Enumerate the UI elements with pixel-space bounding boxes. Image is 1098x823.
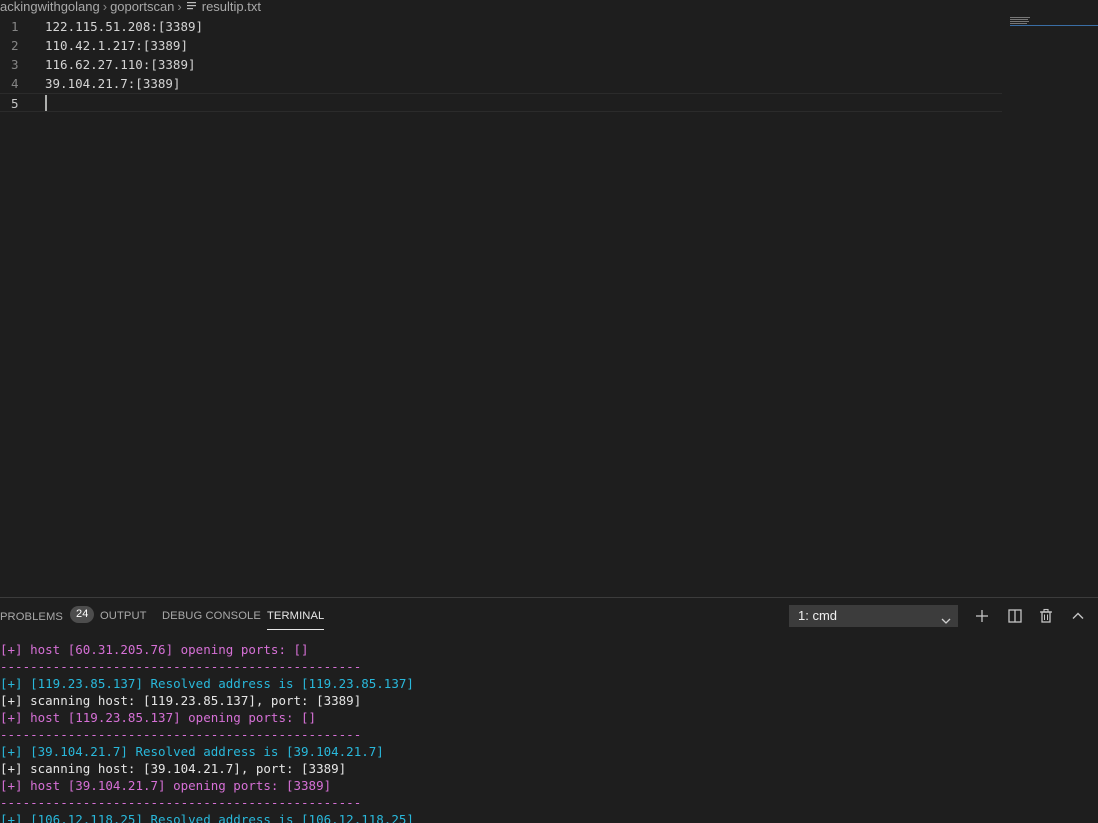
- line-number: 4: [11, 76, 19, 91]
- code-editor[interactable]: 1 122.115.51.208:[3389] 2 110.42.1.217:[…: [0, 17, 1098, 597]
- editor-line: 3 116.62.27.110:[3389]: [0, 55, 1010, 74]
- text-cursor: [45, 95, 47, 111]
- tab-problems[interactable]: PROBLEMS 24: [0, 606, 95, 623]
- terminal-line: [+] host [39.104.21.7] opening ports: [3…: [0, 778, 332, 793]
- problems-count-badge: 24: [69, 606, 95, 623]
- minimap-line: [1010, 17, 1030, 18]
- line-number: 5: [11, 96, 19, 111]
- line-text: 116.62.27.110:[3389]: [45, 57, 196, 72]
- kill-terminal-button[interactable]: [1035, 605, 1057, 627]
- minimap-slider[interactable]: [1010, 25, 1098, 26]
- tab-debug-console[interactable]: DEBUG CONSOLE: [162, 609, 261, 623]
- split-terminal-button[interactable]: [1004, 605, 1026, 627]
- terminal-output[interactable]: [+] host [60.31.205.76] opening ports: […: [0, 641, 1098, 823]
- line-text: 39.104.21.7:[3389]: [45, 76, 181, 91]
- minimap-line: [1010, 19, 1028, 20]
- line-text: 110.42.1.217:[3389]: [45, 38, 188, 53]
- terminal-line: [+] [39.104.21.7] Resolved address is [3…: [0, 744, 384, 759]
- minimap[interactable]: [1010, 17, 1098, 27]
- line-text: 122.115.51.208:[3389]: [45, 19, 204, 34]
- line-number: 2: [11, 38, 19, 53]
- maximize-panel-button[interactable]: [1067, 605, 1089, 627]
- breadcrumb-folder-root[interactable]: ackingwithgolang: [0, 0, 100, 14]
- file-lines-icon: [186, 0, 198, 14]
- terminal-line: [+] host [119.23.85.137] opening ports: …: [0, 710, 317, 725]
- new-terminal-button[interactable]: [971, 605, 993, 627]
- line-number: 1: [11, 19, 19, 34]
- breadcrumb-folder-goportscan[interactable]: goportscan: [110, 0, 174, 14]
- editor-line: 2 110.42.1.217:[3389]: [0, 36, 1010, 55]
- chevron-down-icon: [941, 611, 951, 624]
- editor-line: 1 122.115.51.208:[3389]: [0, 17, 1010, 36]
- terminal-line: [+] scanning host: [39.104.21.7], port: …: [0, 761, 347, 776]
- editor-line: 4 39.104.21.7:[3389]: [0, 74, 1010, 93]
- terminal-line: ----------------------------------------…: [0, 795, 362, 810]
- terminal-line: [+] scanning host: [119.23.85.137], port…: [0, 693, 362, 708]
- terminal-line: [+] host [60.31.205.76] opening ports: […: [0, 642, 309, 657]
- tab-problems-label: PROBLEMS: [0, 611, 63, 623]
- terminal-select-value: 1: cmd: [798, 608, 838, 623]
- chevron-right-icon: ›: [102, 0, 108, 14]
- tab-terminal[interactable]: TERMINAL: [267, 609, 325, 630]
- terminal-line: [+] [119.23.85.137] Resolved address is …: [0, 676, 414, 691]
- editor-line-current: 5: [0, 93, 1002, 112]
- minimap-line: [1010, 23, 1027, 24]
- breadcrumb: ackingwithgolang › goportscan › resultip.txt: [0, 0, 1000, 14]
- breadcrumb-file[interactable]: resultip.txt: [202, 0, 261, 14]
- terminal-line: ----------------------------------------…: [0, 727, 362, 742]
- bottom-panel: PROBLEMS 24 OUTPUT DEBUG CONSOLE TERMINAL…: [0, 597, 1098, 823]
- terminal-line: [+] [106.12.118.25] Resolved address is …: [0, 812, 414, 823]
- minimap-line: [1010, 21, 1029, 22]
- tab-output[interactable]: OUTPUT: [100, 609, 147, 623]
- panel-tabs: PROBLEMS 24 OUTPUT DEBUG CONSOLE TERMINAL: [0, 598, 760, 634]
- terminal-select[interactable]: 1: cmd: [789, 605, 958, 627]
- chevron-right-icon: ›: [177, 0, 182, 14]
- line-number: 3: [11, 57, 19, 72]
- terminal-line: ----------------------------------------…: [0, 659, 362, 674]
